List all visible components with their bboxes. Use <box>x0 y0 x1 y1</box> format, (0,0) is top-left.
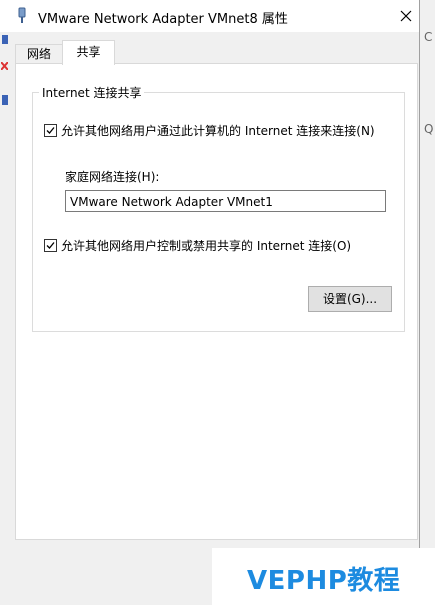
network-adapter-icon <box>15 7 29 25</box>
allow-control-option[interactable]: 允许其他网络用户控制或禁用共享的 Internet 连接(O) <box>44 237 351 254</box>
allow-connect-checkbox[interactable] <box>44 124 57 137</box>
background-text-fragment: Q <box>424 122 434 136</box>
group-title: Internet 连接共享 <box>39 84 145 101</box>
title-bar[interactable]: VMware Network Adapter VMnet8 属性 <box>0 0 419 32</box>
allow-control-label: 允许其他网络用户控制或禁用共享的 Internet 连接(O) <box>61 239 352 253</box>
allow-connect-label: 允许其他网络用户通过此计算机的 Internet 连接来连接(N) <box>61 124 375 138</box>
home-network-field[interactable]: VMware Network Adapter VMnet1 <box>65 190 386 212</box>
settings-button[interactable]: 设置(G)... <box>308 286 392 312</box>
window-title: VMware Network Adapter VMnet8 属性 <box>38 12 288 27</box>
allow-connect-option[interactable]: 允许其他网络用户通过此计算机的 Internet 连接来连接(N) <box>44 122 375 139</box>
tab-sharing[interactable]: 共享 <box>62 40 115 65</box>
error-x-icon <box>1 62 8 70</box>
checkmark-icon <box>46 127 55 134</box>
background-text-fragment: C <box>424 30 433 44</box>
allow-control-checkbox[interactable] <box>44 239 57 252</box>
tab-network[interactable]: 网络 <box>15 44 63 64</box>
internet-sharing-group: Internet 连接共享 允许其他网络用户通过此计算机的 Internet 连… <box>32 84 405 332</box>
properties-dialog: VMware Network Adapter VMnet8 属性 网络 共享 I… <box>0 0 420 605</box>
background-fragment <box>2 35 8 44</box>
background-fragment <box>2 95 8 105</box>
checkmark-icon <box>46 242 55 249</box>
sharing-panel: Internet 连接共享 允许其他网络用户通过此计算机的 Internet 连… <box>15 63 418 540</box>
close-button[interactable] <box>395 6 417 26</box>
close-icon <box>400 10 412 22</box>
home-network-label: 家庭网络连接(H): <box>65 170 160 184</box>
watermark-text: VEPHP教程 <box>247 566 401 596</box>
watermark: VEPHP教程 <box>212 548 435 605</box>
